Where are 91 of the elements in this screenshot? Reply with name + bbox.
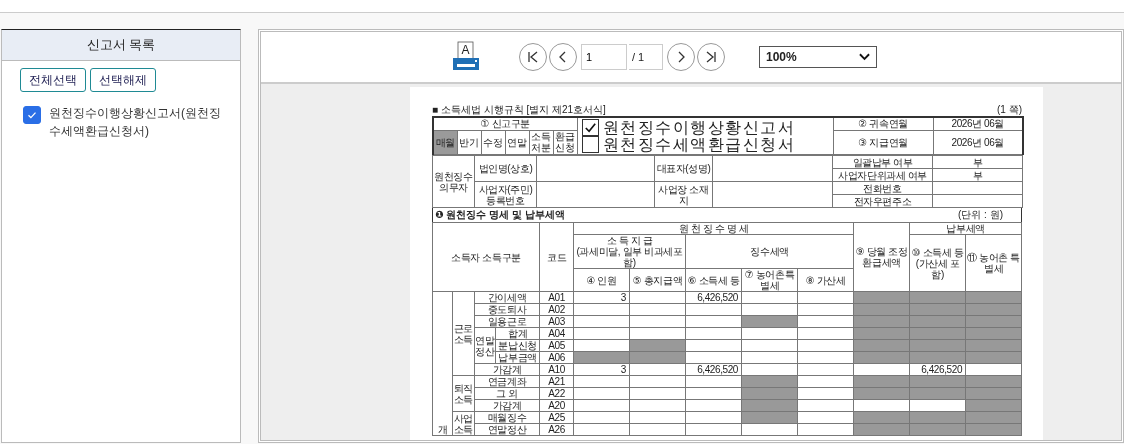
subgroup-label: 연말정산 <box>474 327 496 364</box>
report-type[interactable]: 수정 <box>481 130 505 155</box>
report-item[interactable]: 원천징수이행상황신고서(원천징수세액환급신청서) <box>49 104 230 140</box>
code-cell: A01 <box>539 291 574 304</box>
row-label: 가감계 <box>474 363 540 376</box>
code-cell: A02 <box>539 303 574 316</box>
field-label: 사업자(주민)등록번호 <box>474 181 537 208</box>
row-label: 그 외 <box>474 387 540 400</box>
row-label: 일용근로 <box>474 315 540 328</box>
zoom-select[interactable]: 100% <box>759 46 877 68</box>
report-type[interactable]: 소득처분 <box>529 130 553 155</box>
field-value: 부 <box>932 168 1023 182</box>
column-header: 원 천 징 수 명 세 <box>573 222 854 235</box>
date-value: 2026년 06월 <box>933 117 1024 131</box>
group-label: 사업소득 <box>452 411 475 436</box>
code-cell: A20 <box>539 399 574 412</box>
code-cell: A25 <box>539 411 574 424</box>
table-cell: 6,426,520 <box>685 363 742 376</box>
code-cell: A22 <box>539 387 574 400</box>
field-label: 전자우편주소 <box>832 194 933 208</box>
table-cell: 3 <box>573 291 630 304</box>
form-checkbox[interactable] <box>581 119 599 136</box>
column-header: ⑤ 총지급액 <box>629 268 686 292</box>
page-input[interactable]: 1 <box>581 44 627 70</box>
report-type[interactable]: 매월 <box>433 130 457 155</box>
code-cell: A10 <box>539 363 574 376</box>
previous-page-button[interactable] <box>549 43 577 71</box>
group-label: 퇴직소득 <box>452 375 475 412</box>
first-page-icon <box>526 50 540 64</box>
section-label: 개 <box>437 424 448 435</box>
page-total: / 1 <box>629 44 663 70</box>
page-number: (1 쪽) <box>997 103 1022 116</box>
code-cell: A26 <box>539 423 574 436</box>
column-header: ⑪ 농어촌 특별세 <box>965 234 1022 292</box>
form-checkbox[interactable] <box>581 136 599 153</box>
code-cell: A21 <box>539 375 574 388</box>
row-label: 간이세액 <box>474 291 540 304</box>
last-page-icon <box>704 50 718 64</box>
row-label: 합계 <box>495 327 540 340</box>
next-page-button[interactable] <box>667 43 695 71</box>
column-header: ⑨ 당월 조정 환급세액 <box>853 222 910 292</box>
row-label: 가감계 <box>474 399 540 412</box>
row-label: 중도퇴사 <box>474 303 540 316</box>
payer-label: 원천징수의무자 <box>432 155 475 208</box>
checkbox[interactable] <box>23 106 41 124</box>
select-button[interactable]: 전체선택 <box>20 68 86 92</box>
sidebar-title: 신고서 목록 <box>2 30 240 61</box>
field-label: 사업자단위과세 여부 <box>832 168 933 182</box>
column-header: 납부세액 <box>909 222 1022 235</box>
row-label: 연금계좌 <box>474 375 540 388</box>
date-label: ② 귀속연월 <box>833 117 934 131</box>
field-label: 전화번호 <box>832 181 933 195</box>
group-label: 근로소득 <box>452 291 475 376</box>
column-header: 코드 <box>539 222 574 292</box>
field-label: 대표자(성명) <box>654 155 713 182</box>
column-header: ④ 인원 <box>573 268 630 292</box>
form-title: 원천징수세액환급신청서 <box>602 136 796 153</box>
field-value: 부 <box>932 155 1023 169</box>
field-label: 법인명(상호) <box>474 155 537 182</box>
column-note: (과세미달, 일부 비과세포함) <box>575 246 684 268</box>
form-rule: ■ 소득세법 시행규칙 [별지 제21호서식] <box>432 103 606 116</box>
form-title: 원천징수이행상황신고서 <box>602 119 796 136</box>
code-cell: A03 <box>539 315 574 328</box>
column-header: 소 득 지 급 <box>605 235 654 246</box>
field-label: 일괄납부 여부 <box>832 155 933 169</box>
code-cell: A05 <box>539 339 574 352</box>
field-label: 사업장 소재지 <box>654 181 713 208</box>
column-header: ⑥ 소득세 등 <box>685 268 742 292</box>
chevron-down-icon <box>859 53 870 61</box>
section-title: ❶ 원천징수 명세 및 납부세액 <box>435 208 565 222</box>
column-header: ⑩ 소득세 등 (가산세 포함) <box>909 234 966 292</box>
column-header: ⑦ 농어촌특별세 <box>741 268 798 292</box>
table-cell: 6,426,520 <box>685 291 742 304</box>
first-page-button[interactable] <box>519 43 547 71</box>
code-cell: A04 <box>539 327 574 340</box>
table-cell: 3 <box>573 363 630 376</box>
table-cell: 6,426,520 <box>909 363 966 376</box>
date-label: ③ 지급연월 <box>833 130 934 155</box>
row-label: 납부금액 <box>495 351 540 364</box>
report-type[interactable]: 연말 <box>505 130 529 155</box>
select-button[interactable]: 선택해제 <box>90 68 156 92</box>
column-header: 소득자 소득구분 <box>432 222 540 292</box>
unit-note: (단위 : 원) <box>958 208 1003 222</box>
code-cell: A06 <box>539 351 574 364</box>
row-label: 연말정산 <box>474 423 540 436</box>
row-label: 분납신청 <box>495 339 540 352</box>
row-label: 매월징수 <box>474 411 540 424</box>
report-type[interactable]: 환급신청 <box>553 130 578 155</box>
type-label: ① 신고구분 <box>433 117 578 131</box>
report-type[interactable]: 반기 <box>457 130 481 155</box>
last-page-button[interactable] <box>697 43 725 71</box>
